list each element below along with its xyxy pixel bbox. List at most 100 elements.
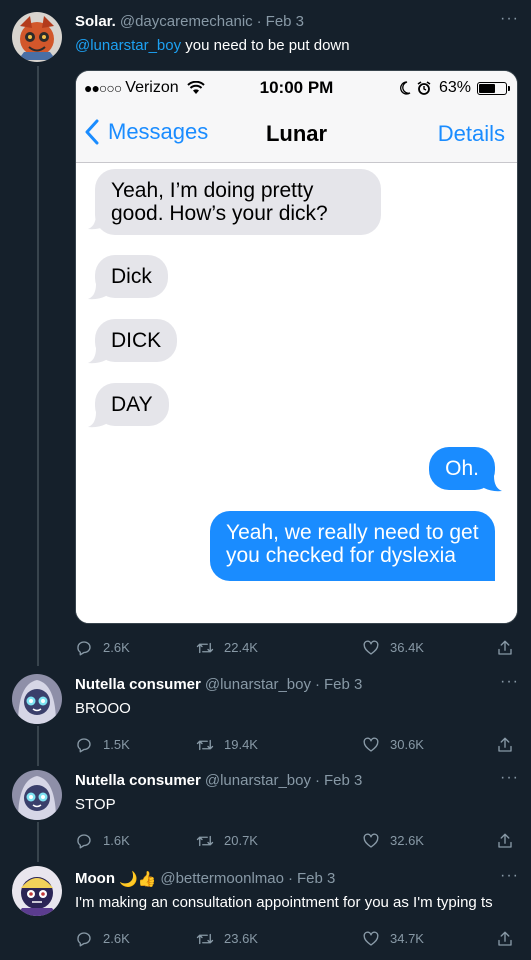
author-handle[interactable]: @bettermoonlmao bbox=[160, 869, 284, 889]
separator-dot: · bbox=[256, 13, 262, 30]
more-options-icon[interactable]: ··· bbox=[500, 868, 519, 884]
retweet-icon bbox=[196, 933, 214, 945]
retweet-icon bbox=[196, 642, 214, 654]
bubble-tail bbox=[88, 412, 106, 428]
tweet-actions: 2.6K 22.4K 36.4K bbox=[75, 637, 519, 659]
moon-icon bbox=[400, 81, 411, 95]
share-button[interactable] bbox=[496, 637, 524, 659]
retweet-count: 19.4K bbox=[224, 737, 258, 752]
battery-percent: 63% bbox=[438, 79, 471, 96]
bubble-tail bbox=[88, 284, 106, 300]
share-icon bbox=[498, 640, 512, 655]
author-handle[interactable]: @daycaremechanic bbox=[120, 12, 253, 32]
author-name[interactable]: Nutella consumer bbox=[75, 771, 201, 791]
share-icon bbox=[498, 737, 512, 752]
mention-link[interactable]: @lunarstar_boy bbox=[75, 37, 181, 54]
retweet-count: 22.4K bbox=[224, 640, 258, 655]
tweet[interactable]: Nutella consumer @lunarstar_boy · Feb 3 … bbox=[0, 762, 531, 858]
retweet-button[interactable]: 23.6K bbox=[196, 928, 258, 950]
retweet-icon bbox=[196, 835, 214, 847]
heart-icon bbox=[363, 833, 379, 848]
details-button[interactable]: Details bbox=[438, 121, 505, 147]
retweet-icon bbox=[196, 739, 214, 751]
reply-count: 2.6K bbox=[103, 931, 130, 946]
message-bubble: Yeah, I’m doing pretty good. How’s your … bbox=[95, 169, 381, 235]
tweet-actions: 1.5K 19.4K 30.6K bbox=[75, 734, 519, 756]
heart-icon bbox=[363, 737, 379, 752]
tweet-date[interactable]: Feb 3 bbox=[266, 12, 304, 32]
author-handle[interactable]: @lunarstar_boy bbox=[205, 675, 311, 695]
share-icon bbox=[498, 931, 512, 946]
message-bubble: DICK bbox=[95, 319, 178, 362]
tweet-content: Moon 🌙👍 @bettermoonlmao · Feb 3 ··· I'm … bbox=[75, 868, 519, 913]
like-button[interactable]: 36.4K bbox=[362, 637, 424, 659]
more-options-icon[interactable]: ··· bbox=[500, 11, 519, 27]
tweet-date[interactable]: Feb 3 bbox=[324, 771, 362, 791]
author-name[interactable]: Moon bbox=[75, 869, 115, 889]
reply-button[interactable]: 2.6K bbox=[75, 637, 130, 659]
share-button[interactable] bbox=[496, 830, 524, 852]
like-button[interactable]: 32.6K bbox=[362, 830, 424, 852]
tweet-text: I'm making an consultation appointment f… bbox=[75, 894, 493, 911]
reply-icon bbox=[77, 834, 91, 849]
tweet-image[interactable]: ●●○○○ Verizon 10:00 PM 63% Messages Luna… bbox=[75, 70, 518, 624]
avatar[interactable] bbox=[12, 770, 62, 820]
battery-icon bbox=[477, 81, 510, 95]
author-name[interactable]: Solar. bbox=[75, 12, 116, 32]
more-options-icon[interactable]: ··· bbox=[500, 770, 519, 786]
reply-count: 1.5K bbox=[103, 737, 130, 752]
tweet-actions: 2.6K 23.6K 34.7K bbox=[75, 928, 519, 950]
retweet-button[interactable]: 22.4K bbox=[196, 637, 258, 659]
reply-icon bbox=[77, 738, 91, 753]
more-options-icon[interactable]: ··· bbox=[500, 674, 519, 690]
reply-button[interactable]: 1.6K bbox=[75, 830, 130, 852]
message-bubble: Yeah, we really need to get you checked … bbox=[210, 511, 495, 581]
message-thread: Yeah, I’m doing pretty good. How’s your … bbox=[76, 163, 517, 623]
like-count: 34.7K bbox=[390, 931, 424, 946]
tweet[interactable]: Nutella consumer @lunarstar_boy · Feb 3 … bbox=[0, 666, 531, 762]
tweet-text: STOP bbox=[75, 796, 116, 813]
tweet-content: Nutella consumer @lunarstar_boy · Feb 3 … bbox=[75, 674, 519, 719]
avatar[interactable] bbox=[12, 866, 62, 916]
share-icon bbox=[498, 833, 512, 848]
battery-fill bbox=[479, 83, 496, 93]
bubble-tail bbox=[484, 476, 502, 492]
tweet-date[interactable]: Feb 3 bbox=[324, 675, 362, 695]
retweet-button[interactable]: 20.7K bbox=[196, 830, 258, 852]
avatar[interactable] bbox=[12, 674, 62, 724]
like-count: 36.4K bbox=[390, 640, 424, 655]
ios-status-bar: ●●○○○ Verizon 10:00 PM 63% bbox=[76, 71, 517, 105]
author-name[interactable]: Nutella consumer bbox=[75, 675, 201, 695]
like-count: 32.6K bbox=[390, 833, 424, 848]
author-handle[interactable]: @lunarstar_boy bbox=[205, 771, 311, 791]
share-button[interactable] bbox=[496, 928, 524, 950]
tweet[interactable]: Moon 🌙👍 @bettermoonlmao · Feb 3 ··· I'm … bbox=[0, 858, 531, 960]
like-button[interactable]: 30.6K bbox=[362, 734, 424, 756]
retweet-button[interactable]: 19.4K bbox=[196, 734, 258, 756]
heart-icon bbox=[363, 640, 379, 655]
like-count: 30.6K bbox=[390, 737, 424, 752]
avatar[interactable] bbox=[12, 12, 62, 62]
message-bubble: DAY bbox=[95, 383, 169, 426]
separator-dot: · bbox=[315, 772, 320, 789]
tweet-text: @lunarstar_boy you need to be put down bbox=[75, 36, 519, 56]
reply-icon bbox=[77, 641, 91, 656]
reply-button[interactable]: 1.5K bbox=[75, 734, 130, 756]
tweet-content: Nutella consumer @lunarstar_boy · Feb 3 … bbox=[75, 770, 519, 815]
reply-button[interactable]: 2.6K bbox=[75, 928, 130, 950]
retweet-count: 20.7K bbox=[224, 833, 258, 848]
tweet-text-body: you need to be put down bbox=[181, 37, 350, 54]
reply-icon bbox=[77, 932, 91, 947]
retweet-count: 23.6K bbox=[224, 931, 258, 946]
reply-count: 1.6K bbox=[103, 833, 130, 848]
tweet-date[interactable]: Feb 3 bbox=[297, 869, 335, 889]
alarm-icon bbox=[417, 81, 431, 95]
name-emoji: 🌙👍 bbox=[118, 870, 157, 888]
share-button[interactable] bbox=[496, 734, 524, 756]
like-button[interactable]: 34.7K bbox=[362, 928, 424, 950]
tweet-actions: 1.6K 20.7K 32.6K bbox=[75, 830, 519, 852]
heart-icon bbox=[363, 931, 379, 946]
tweet[interactable]: Solar. @daycaremechanic · Feb 3 ··· @lun… bbox=[0, 0, 531, 666]
reply-count: 2.6K bbox=[103, 640, 130, 655]
separator-dot: · bbox=[287, 870, 293, 887]
